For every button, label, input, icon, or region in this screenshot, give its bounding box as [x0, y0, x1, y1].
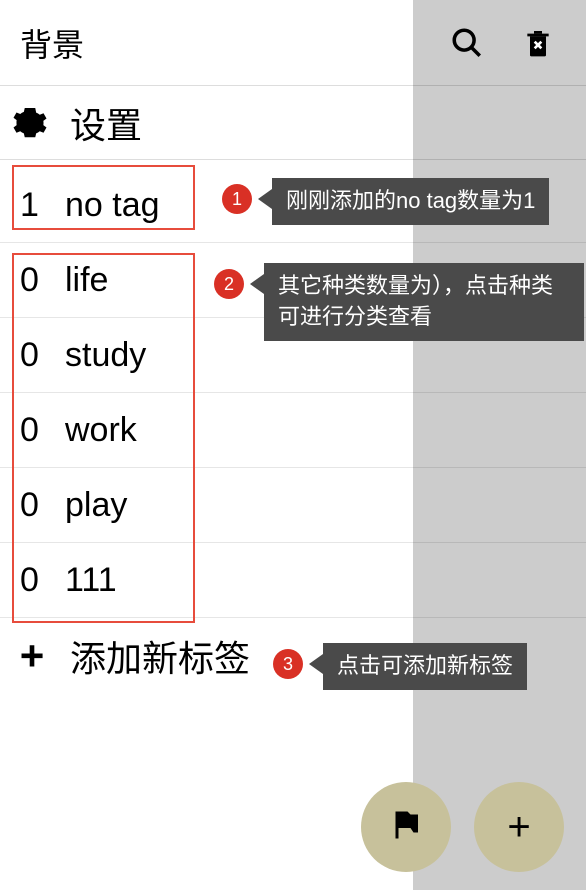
callout-1: 1 刚刚添加的no tag数量为1	[222, 178, 549, 225]
tag-name: study	[65, 336, 146, 375]
gear-icon	[12, 105, 48, 141]
tag-count: 0	[20, 486, 65, 525]
tag-count: 0	[20, 411, 65, 450]
delete-icon[interactable]	[520, 25, 556, 61]
callout-badge: 2	[214, 269, 244, 299]
callout-arrow	[258, 189, 272, 209]
tag-list: 1 no tag 0 life 0 study 0 work 0 play 0 …	[0, 160, 586, 618]
settings-row[interactable]: 设置	[0, 85, 586, 160]
add-tag-label: 添加新标签	[70, 630, 250, 682]
tag-row-111[interactable]: 0 111	[0, 543, 586, 618]
tag-name: 111	[65, 561, 117, 600]
tag-count: 0	[20, 561, 65, 600]
tag-name: play	[65, 486, 127, 525]
app-header: 背景	[0, 0, 586, 85]
callout-arrow	[309, 654, 323, 674]
tag-count: 0	[20, 261, 65, 300]
fab-add-button[interactable]: +	[474, 782, 564, 872]
header-actions	[449, 0, 586, 85]
tag-name: life	[65, 261, 108, 300]
tag-name: work	[65, 411, 137, 450]
search-icon[interactable]	[449, 25, 485, 61]
tag-row-play[interactable]: 0 play	[0, 468, 586, 543]
plus-icon: +	[12, 632, 52, 680]
callout-text: 刚刚添加的no tag数量为1	[272, 178, 549, 225]
callout-badge: 3	[273, 649, 303, 679]
tag-row-work[interactable]: 0 work	[0, 393, 586, 468]
tag-count: 1	[20, 186, 65, 225]
fab-flag-button[interactable]	[361, 782, 451, 872]
callout-text: 其它种类数量为），点击种类可进行分类查看	[264, 263, 584, 341]
callout-2: 2 其它种类数量为），点击种类可进行分类查看	[214, 263, 584, 341]
callout-text: 点击可添加新标签	[323, 643, 527, 690]
flag-icon	[388, 807, 424, 848]
plus-icon: +	[507, 805, 530, 850]
tag-name: no tag	[65, 186, 160, 225]
settings-label: 设置	[70, 97, 142, 149]
tag-count: 0	[20, 336, 65, 375]
page-title: 背景	[20, 20, 84, 66]
callout-badge: 1	[222, 184, 252, 214]
callout-arrow	[250, 274, 264, 294]
callout-3: 3 点击可添加新标签	[273, 643, 527, 690]
